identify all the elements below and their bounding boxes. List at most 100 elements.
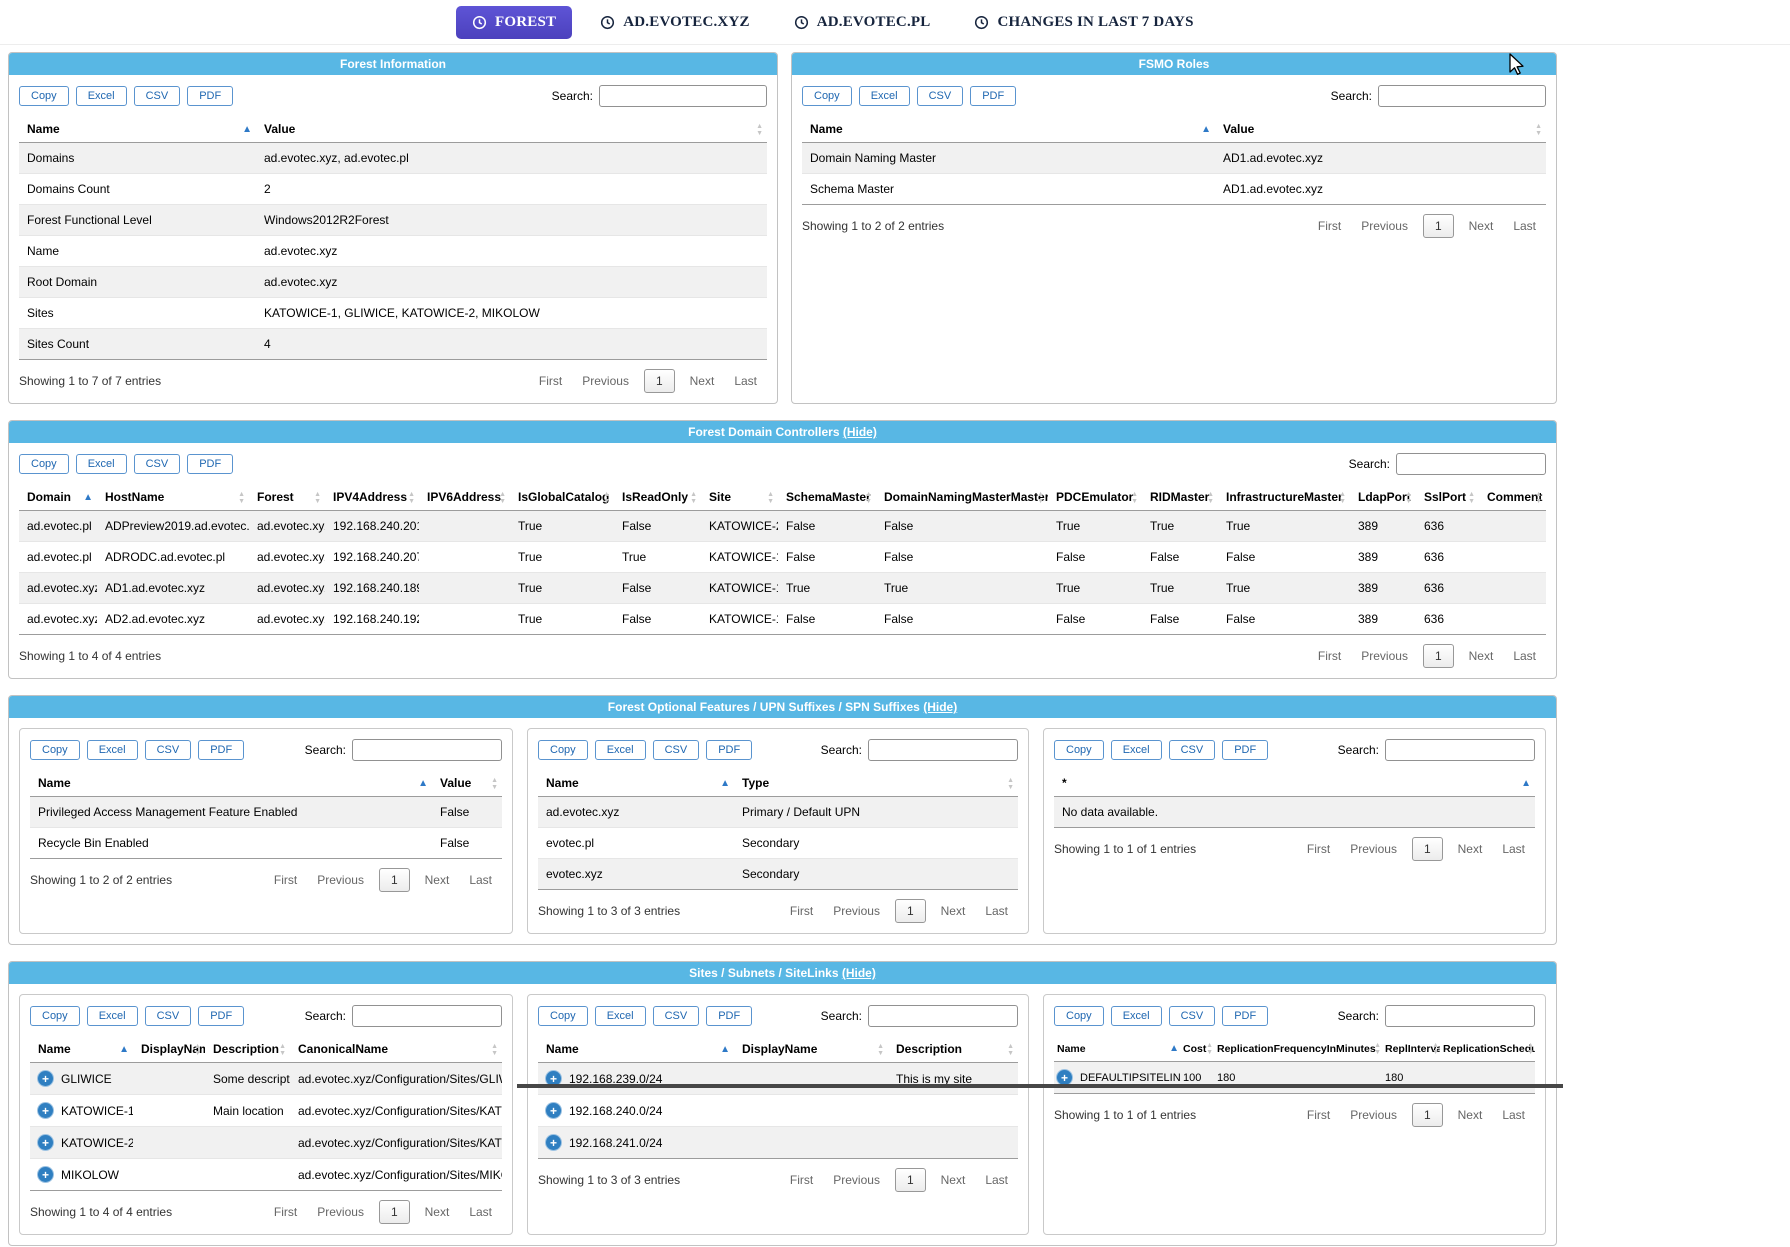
pdf-button[interactable]: PDF xyxy=(187,454,233,474)
column-header[interactable]: IPV6Address▲▼ xyxy=(419,485,510,511)
tab-ad-evotec-pl[interactable]: AD.EVOTEC.PL xyxy=(778,6,947,39)
pagination-previous[interactable]: Previous xyxy=(307,869,374,891)
pagination-first[interactable]: First xyxy=(1308,645,1351,667)
pagination-next[interactable]: Next xyxy=(680,370,725,392)
csv-button[interactable]: CSV xyxy=(1169,1006,1216,1026)
pdf-button[interactable]: PDF xyxy=(187,86,233,106)
tab-changes-last-7-days[interactable]: CHANGES IN LAST 7 DAYS xyxy=(958,6,1209,39)
pagination-last[interactable]: Last xyxy=(1503,215,1546,237)
pagination-previous[interactable]: Previous xyxy=(823,1169,890,1191)
csv-button[interactable]: CSV xyxy=(145,740,192,760)
pagination-page[interactable]: 1 xyxy=(379,868,410,892)
pagination-previous[interactable]: Previous xyxy=(1351,645,1418,667)
copy-button[interactable]: Copy xyxy=(30,1006,80,1026)
search-input[interactable] xyxy=(1378,85,1546,107)
search-input[interactable] xyxy=(868,1005,1018,1027)
column-header[interactable]: Description▲▼ xyxy=(205,1037,290,1063)
pagination-last[interactable]: Last xyxy=(459,1201,502,1223)
pagination-first[interactable]: First xyxy=(780,1169,823,1191)
csv-button[interactable]: CSV xyxy=(1169,740,1216,760)
pdf-button[interactable]: PDF xyxy=(1222,740,1268,760)
excel-button[interactable]: Excel xyxy=(87,740,138,760)
excel-button[interactable]: Excel xyxy=(87,1006,138,1026)
column-header[interactable]: RIDMaster▲▼ xyxy=(1142,485,1218,511)
expand-row-icon[interactable]: + xyxy=(38,1167,53,1182)
pagination-next[interactable]: Next xyxy=(931,1169,976,1191)
copy-button[interactable]: Copy xyxy=(1054,1006,1104,1026)
expand-row-icon[interactable]: + xyxy=(1057,1070,1072,1085)
expand-row-icon[interactable]: + xyxy=(546,1103,561,1118)
copy-button[interactable]: Copy xyxy=(1054,740,1104,760)
excel-button[interactable]: Excel xyxy=(76,454,127,474)
pagination-next[interactable]: Next xyxy=(1459,645,1504,667)
column-header[interactable]: DisplayName▲▼ xyxy=(734,1037,888,1063)
pagination-previous[interactable]: Previous xyxy=(823,900,890,922)
search-input[interactable] xyxy=(868,739,1018,761)
column-header[interactable]: Name▲ xyxy=(30,771,432,797)
pagination-last[interactable]: Last xyxy=(975,900,1018,922)
pagination-page[interactable]: 1 xyxy=(1423,644,1454,668)
csv-button[interactable]: CSV xyxy=(653,740,700,760)
copy-button[interactable]: Copy xyxy=(19,86,69,106)
column-header[interactable]: ReplInterval▲▼ xyxy=(1382,1037,1440,1062)
column-header[interactable]: IsReadOnly▲▼ xyxy=(614,485,701,511)
pagination-page[interactable]: 1 xyxy=(895,899,926,923)
search-input[interactable] xyxy=(352,1005,502,1027)
hide-link[interactable]: (Hide) xyxy=(842,966,876,980)
expand-row-icon[interactable]: + xyxy=(38,1135,53,1150)
column-header[interactable]: Description▲▼ xyxy=(888,1037,1018,1063)
column-header[interactable]: Name▲ xyxy=(30,1037,133,1063)
column-header[interactable]: InfrastructureMaster▲▼ xyxy=(1218,485,1350,511)
excel-button[interactable]: Excel xyxy=(1111,1006,1162,1026)
pagination-next[interactable]: Next xyxy=(1448,838,1493,860)
column-header[interactable]: PDCEmulator▲▼ xyxy=(1048,485,1142,511)
pagination-first[interactable]: First xyxy=(264,1201,307,1223)
pdf-button[interactable]: PDF xyxy=(970,86,1016,106)
pagination-page[interactable]: 1 xyxy=(1412,837,1443,861)
tab-ad-evotec-xyz[interactable]: AD.EVOTEC.XYZ xyxy=(584,6,765,39)
column-header[interactable]: SslPort▲▼ xyxy=(1416,485,1479,511)
excel-button[interactable]: Excel xyxy=(595,740,646,760)
pagination-first[interactable]: First xyxy=(264,869,307,891)
tab-forest[interactable]: FOREST xyxy=(456,6,572,39)
excel-button[interactable]: Excel xyxy=(595,1006,646,1026)
column-header[interactable]: Name▲ xyxy=(538,771,734,797)
expand-row-icon[interactable]: + xyxy=(546,1135,561,1150)
pagination-first[interactable]: First xyxy=(1297,838,1340,860)
column-header[interactable]: SchemaMaster▲▼ xyxy=(778,485,876,511)
excel-button[interactable]: Excel xyxy=(76,86,127,106)
expand-row-icon[interactable]: + xyxy=(38,1103,53,1118)
column-header[interactable]: LdapPort▲▼ xyxy=(1350,485,1416,511)
copy-button[interactable]: Copy xyxy=(30,740,80,760)
column-header[interactable]: Value▲▼ xyxy=(256,117,767,143)
pagination-next[interactable]: Next xyxy=(415,1201,460,1223)
pagination-page[interactable]: 1 xyxy=(1412,1103,1443,1127)
column-header[interactable]: ReplicationFrequencyInMinutes▲▼ xyxy=(1214,1037,1382,1062)
column-header[interactable]: DomainNamingMasterMaster▲▼ xyxy=(876,485,1048,511)
pagination-last[interactable]: Last xyxy=(1503,645,1546,667)
pagination-page[interactable]: 1 xyxy=(379,1200,410,1224)
search-input[interactable] xyxy=(1396,453,1546,475)
copy-button[interactable]: Copy xyxy=(802,86,852,106)
pagination-previous[interactable]: Previous xyxy=(1340,838,1407,860)
pagination-first[interactable]: First xyxy=(1308,215,1351,237)
pagination-page[interactable]: 1 xyxy=(1423,214,1454,238)
copy-button[interactable]: Copy xyxy=(19,454,69,474)
pagination-page[interactable]: 1 xyxy=(644,369,675,393)
pagination-previous[interactable]: Previous xyxy=(1351,215,1418,237)
pagination-first[interactable]: First xyxy=(1297,1104,1340,1126)
search-input[interactable] xyxy=(1385,739,1535,761)
pagination-last[interactable]: Last xyxy=(724,370,767,392)
column-header[interactable]: Name▲ xyxy=(19,117,256,143)
pagination-previous[interactable]: Previous xyxy=(1340,1104,1407,1126)
hide-link[interactable]: (Hide) xyxy=(843,425,877,439)
column-header[interactable]: CanonicalName▲▼ xyxy=(290,1037,502,1063)
csv-button[interactable]: CSV xyxy=(134,454,181,474)
pagination-next[interactable]: Next xyxy=(1448,1104,1493,1126)
pagination-next[interactable]: Next xyxy=(415,869,460,891)
column-header[interactable]: ReplicationSchedule▲▼ xyxy=(1440,1037,1535,1062)
column-header[interactable]: Comment▲▼ xyxy=(1479,485,1546,511)
pagination-page[interactable]: 1 xyxy=(895,1168,926,1192)
column-header[interactable]: Site▲▼ xyxy=(701,485,778,511)
column-header[interactable]: Name▲ xyxy=(1054,1037,1180,1062)
